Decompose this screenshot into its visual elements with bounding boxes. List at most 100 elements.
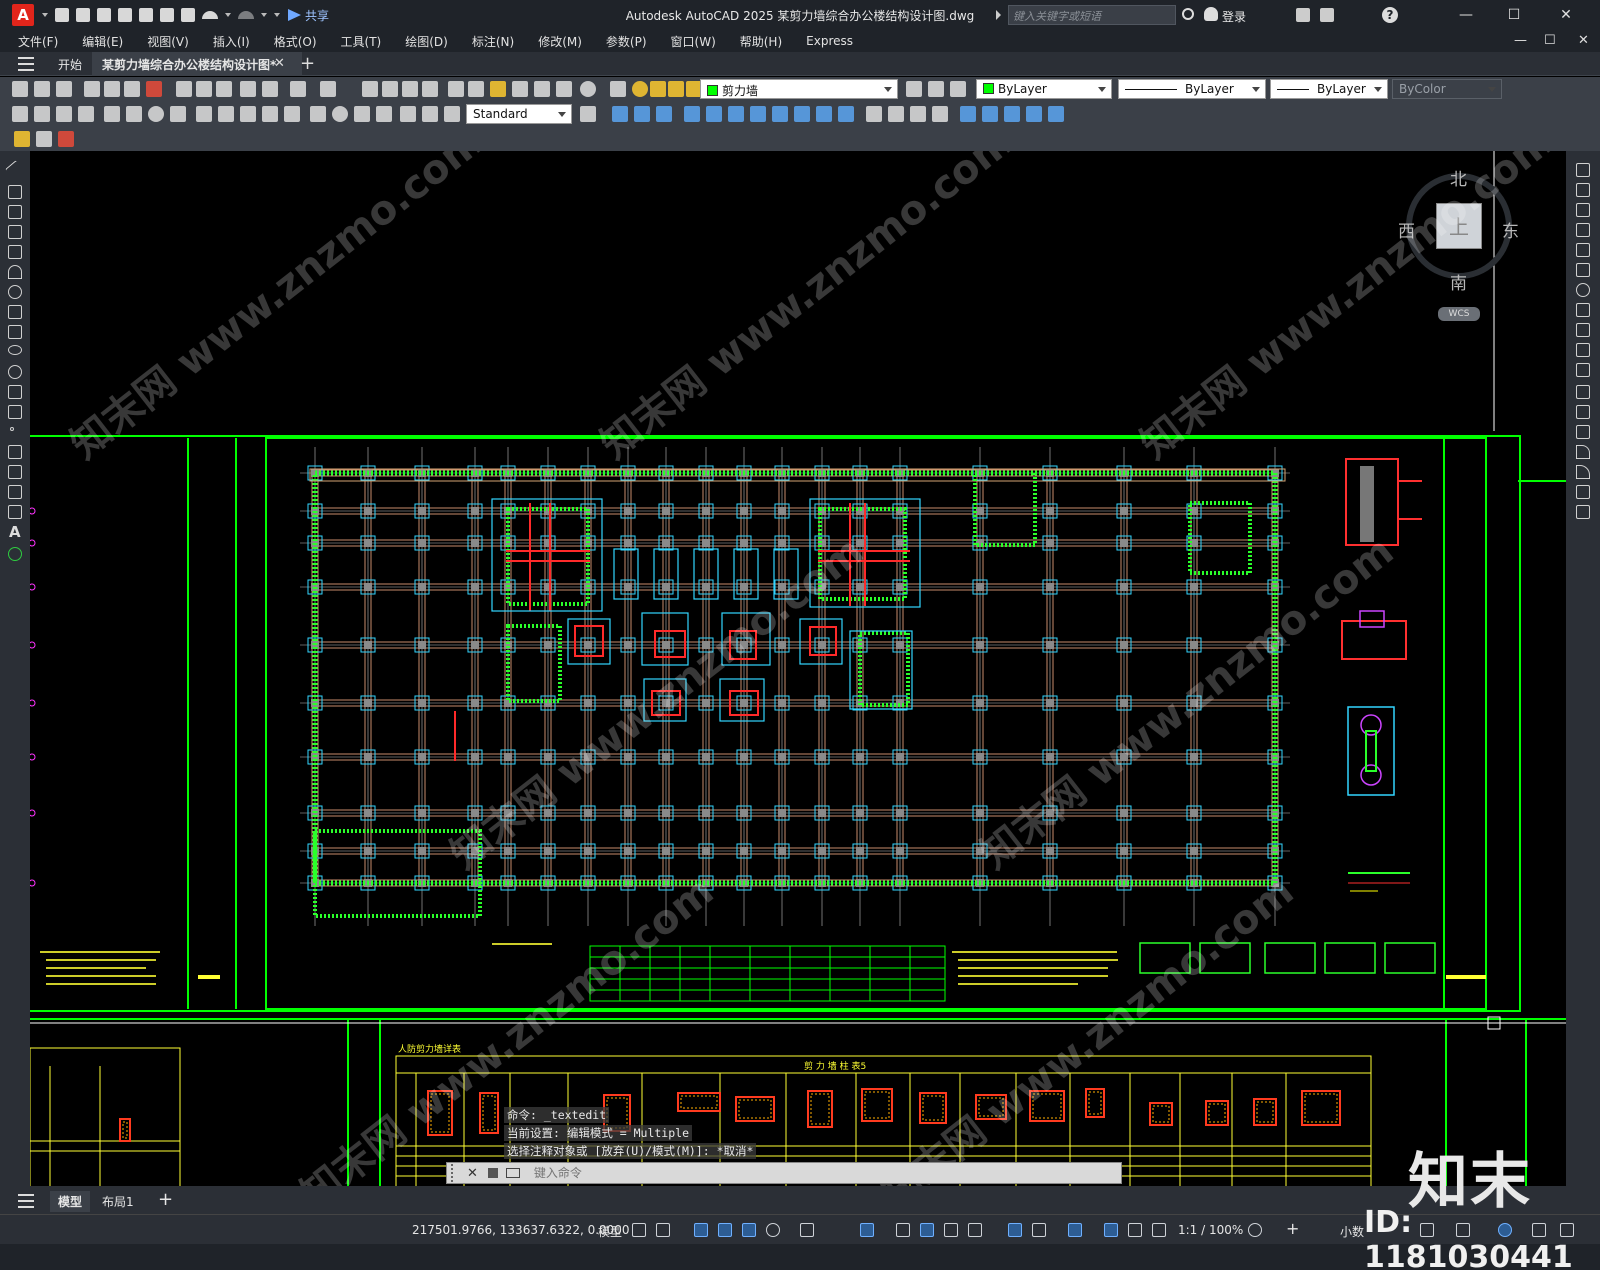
save-as-icon[interactable] bbox=[118, 8, 132, 22]
tab-layout1[interactable]: 布局1 bbox=[94, 1191, 142, 1212]
copy-icon[interactable] bbox=[176, 81, 192, 97]
loft-icon[interactable] bbox=[772, 106, 788, 122]
undo-icon[interactable] bbox=[202, 11, 218, 19]
fillet-icon[interactable] bbox=[1576, 465, 1590, 479]
calculator-icon[interactable] bbox=[556, 81, 572, 97]
spline-icon[interactable] bbox=[8, 325, 22, 339]
jogged-dim-icon[interactable] bbox=[126, 106, 142, 122]
viewcube-south[interactable]: 南 bbox=[1450, 269, 1467, 294]
3d-osnap-icon[interactable] bbox=[1008, 1223, 1022, 1237]
annotation-scale-icon[interactable] bbox=[1152, 1223, 1166, 1237]
layer-dropdown[interactable]: 剪力墙 bbox=[700, 79, 898, 99]
visual-style-icon[interactable] bbox=[866, 106, 882, 122]
mirror-icon[interactable] bbox=[1576, 203, 1590, 217]
layer-previous-icon[interactable] bbox=[928, 81, 944, 97]
infer-constraints-icon[interactable] bbox=[694, 1223, 708, 1237]
angular-dim-icon[interactable] bbox=[170, 106, 186, 122]
quick-dim-icon[interactable] bbox=[196, 106, 212, 122]
ellipse-icon[interactable] bbox=[8, 345, 22, 355]
diameter-dim-icon[interactable] bbox=[148, 106, 164, 122]
slice-icon[interactable] bbox=[794, 106, 810, 122]
grid-icon[interactable] bbox=[632, 1223, 646, 1237]
auto-scale-icon[interactable] bbox=[1128, 1223, 1142, 1237]
color-dropdown[interactable]: ByLayer bbox=[976, 79, 1112, 99]
polar-icon[interactable] bbox=[766, 1223, 780, 1237]
dimstyle-dropdown[interactable]: Standard bbox=[466, 104, 572, 124]
block-editor-icon[interactable] bbox=[240, 81, 256, 97]
menu-window[interactable]: 窗口(W) bbox=[659, 33, 728, 50]
user-icon[interactable] bbox=[1204, 7, 1218, 21]
lights-icon[interactable] bbox=[932, 106, 948, 122]
sphere-icon[interactable] bbox=[1026, 106, 1042, 122]
insert-block-icon[interactable] bbox=[14, 131, 30, 147]
object-snap-tracking-icon[interactable] bbox=[860, 1223, 874, 1237]
customize-icon[interactable] bbox=[487, 1168, 498, 1178]
menu-format[interactable]: 格式(O) bbox=[262, 33, 329, 50]
mtext-icon[interactable]: A bbox=[9, 523, 21, 541]
zoom-previous-icon[interactable] bbox=[422, 81, 438, 97]
maximize-button[interactable]: ☐ bbox=[1494, 4, 1534, 26]
annotation-monitor-icon[interactable]: + bbox=[1286, 1219, 1299, 1238]
tool-palettes-icon[interactable] bbox=[490, 81, 506, 97]
close-button[interactable]: ✕ bbox=[1546, 4, 1586, 26]
polygon-icon[interactable] bbox=[8, 225, 22, 239]
lineweight-dropdown[interactable]: ByLayer bbox=[1270, 79, 1388, 99]
layer-on-icon[interactable] bbox=[632, 81, 648, 97]
model-space-toggle[interactable]: 模型 bbox=[598, 1223, 622, 1240]
annotation-visibility-icon[interactable] bbox=[1104, 1223, 1118, 1237]
break-icon[interactable] bbox=[1576, 405, 1590, 419]
tab-active-drawing[interactable]: 某剪力墙综合办公楼结构设计图* bbox=[92, 52, 303, 76]
open-icon[interactable] bbox=[34, 81, 50, 97]
lineweight-icon[interactable] bbox=[920, 1223, 934, 1237]
break-dim-icon[interactable] bbox=[284, 106, 300, 122]
save-icon[interactable] bbox=[56, 81, 72, 97]
scale-icon[interactable] bbox=[1576, 303, 1590, 317]
dynamic-ucs-icon[interactable] bbox=[1032, 1223, 1046, 1237]
dimstyle-manager-icon[interactable] bbox=[580, 106, 596, 122]
recent-commands-icon[interactable] bbox=[505, 1168, 520, 1178]
tab-close-icon[interactable]: ✕ bbox=[274, 56, 285, 71]
plot-icon[interactable] bbox=[84, 81, 100, 97]
autocad-logo-icon[interactable]: A bbox=[12, 4, 34, 26]
layer-lock-icon[interactable] bbox=[668, 81, 684, 97]
search-expand-icon[interactable] bbox=[996, 10, 1001, 20]
layer-freeze-icon[interactable] bbox=[650, 81, 666, 97]
shape-subtract-icon[interactable] bbox=[634, 106, 650, 122]
help-icon[interactable]: ? bbox=[1382, 7, 1398, 23]
arc-icon[interactable] bbox=[8, 265, 22, 279]
save-icon[interactable] bbox=[97, 8, 111, 22]
polyline-icon[interactable] bbox=[8, 205, 22, 219]
add-layout-button[interactable]: + bbox=[150, 1187, 181, 1212]
undo-dropdown-icon[interactable] bbox=[225, 13, 231, 17]
attach-icon[interactable] bbox=[36, 131, 52, 147]
search-input[interactable]: 键入关键字或短语 bbox=[1008, 5, 1176, 25]
baseline-dim-icon[interactable] bbox=[218, 106, 234, 122]
menu-file[interactable]: 文件(F) bbox=[6, 33, 70, 50]
ellipse-arc-icon[interactable] bbox=[8, 365, 22, 379]
array-icon[interactable] bbox=[1576, 243, 1590, 257]
publish-icon[interactable] bbox=[124, 81, 140, 97]
coordinate-readout[interactable]: 217501.9766, 133637.6322, 0.0000 bbox=[412, 1223, 630, 1237]
gradient-icon[interactable] bbox=[8, 465, 22, 479]
erase-icon[interactable] bbox=[1576, 163, 1590, 177]
radius-dim-icon[interactable] bbox=[104, 106, 120, 122]
menu-parametric[interactable]: 参数(P) bbox=[594, 33, 659, 50]
continue-dim-icon[interactable] bbox=[240, 106, 256, 122]
cart-icon[interactable] bbox=[1296, 8, 1310, 22]
layout-menu-icon[interactable] bbox=[18, 1194, 34, 1208]
linetype-dropdown[interactable]: ByLayer bbox=[1118, 79, 1266, 99]
menu-insert[interactable]: 插入(I) bbox=[201, 33, 262, 50]
sweep-icon[interactable] bbox=[728, 106, 744, 122]
gizmo-icon[interactable] bbox=[1068, 1223, 1082, 1237]
point-icon[interactable] bbox=[10, 427, 14, 431]
design-center-icon[interactable] bbox=[468, 81, 484, 97]
copy-icon[interactable] bbox=[1576, 183, 1590, 197]
hamburger-menu-icon[interactable] bbox=[18, 57, 34, 71]
autodesk-a360-icon[interactable] bbox=[1320, 8, 1334, 22]
doc-close-button[interactable]: ✕ bbox=[1578, 33, 1589, 48]
center-mark-icon[interactable] bbox=[332, 106, 348, 122]
doc-restore-button[interactable]: ☐ bbox=[1544, 33, 1556, 48]
paste-icon[interactable] bbox=[196, 81, 212, 97]
materials-icon[interactable] bbox=[910, 106, 926, 122]
dim-update-icon[interactable] bbox=[444, 106, 460, 122]
